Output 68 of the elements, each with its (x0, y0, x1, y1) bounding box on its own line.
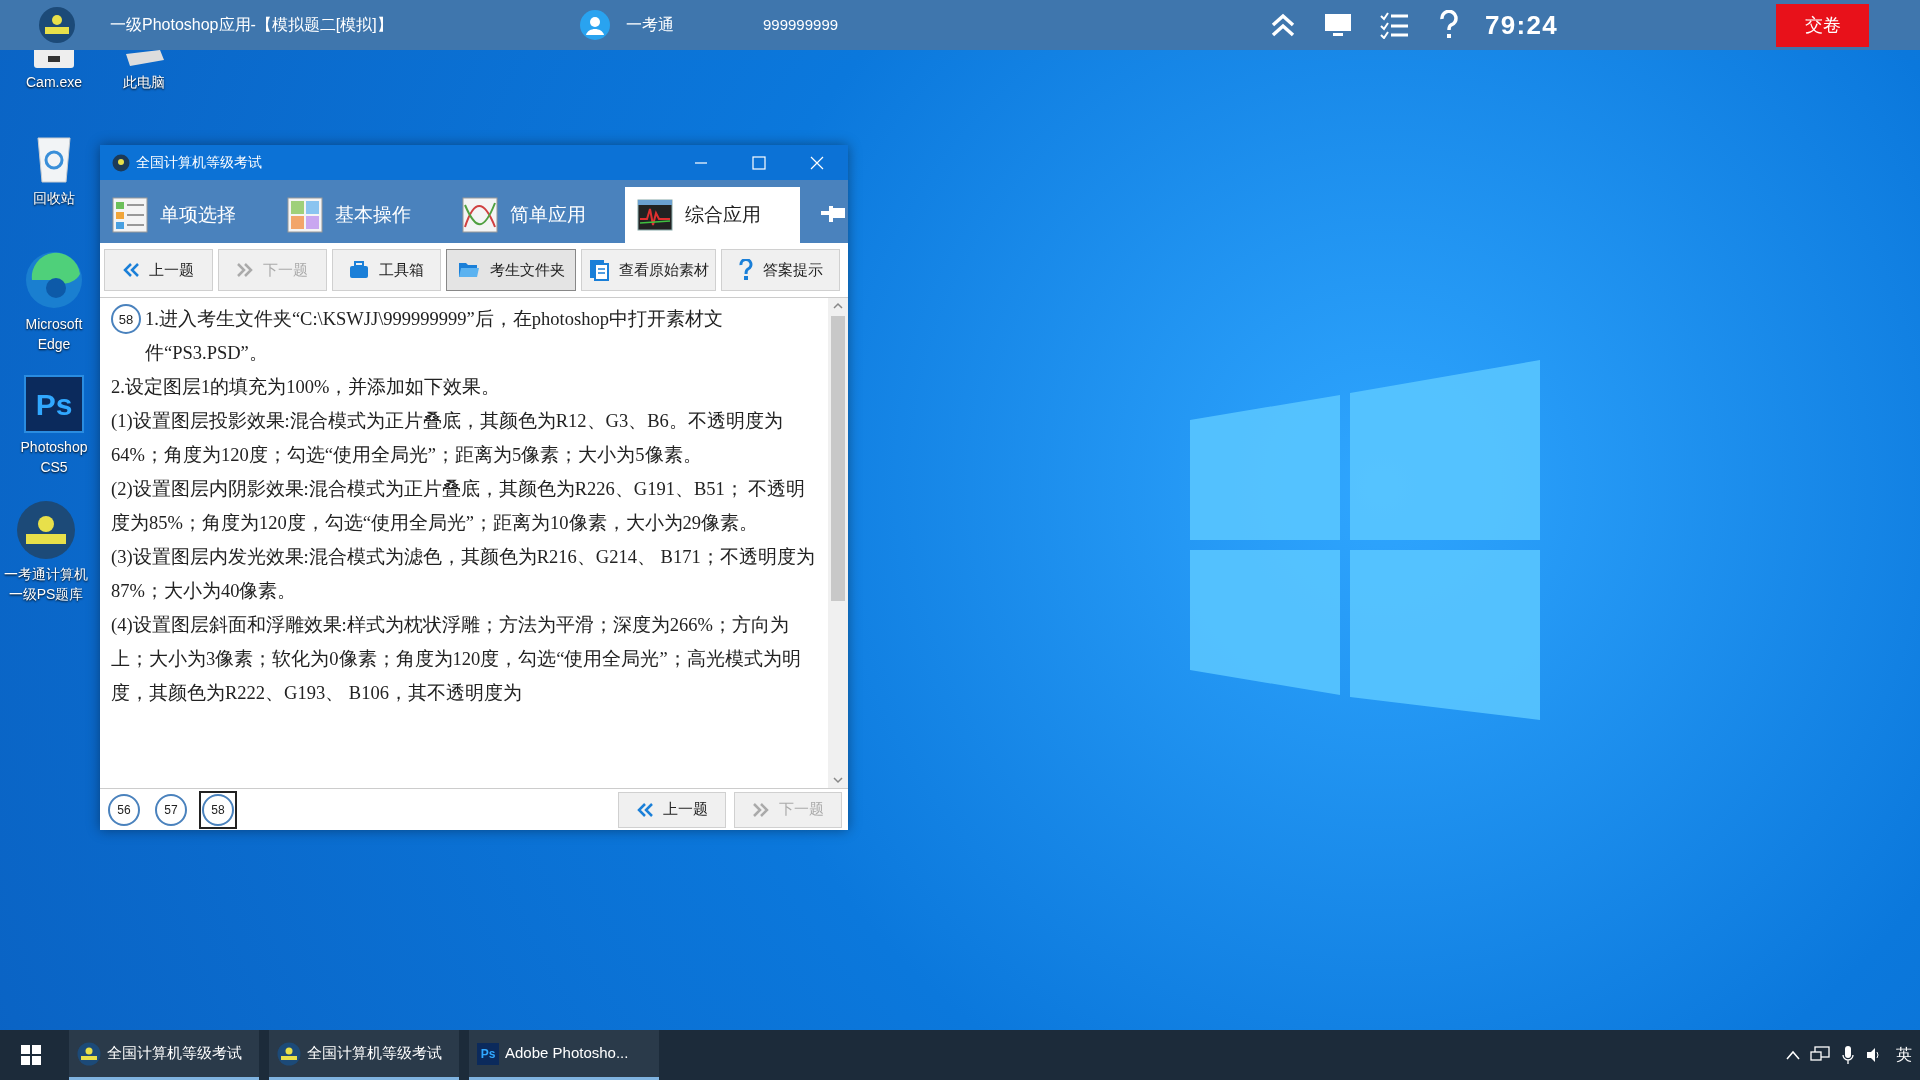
nav-button[interactable]: 上一题 (618, 791, 726, 828)
toolbar-button[interactable]: 答案提示 (721, 249, 840, 291)
window-title: 全国计算机等级考试 (136, 153, 263, 172)
input-method-indicator[interactable]: 英 (1896, 1043, 1912, 1067)
speaker-icon[interactable] (1866, 1047, 1882, 1063)
taskbar-item[interactable]: 全国计算机等级考试 (269, 1030, 459, 1080)
desktop-icon-label: 一考通计算机一级PS题库 (3, 565, 89, 604)
desktop-icon-label: 回收站 (33, 189, 75, 208)
taskbar-item[interactable]: 全国计算机等级考试 (69, 1030, 259, 1080)
maximize-icon[interactable] (752, 155, 766, 170)
countdown-timer: 79:24 (1485, 8, 1559, 42)
toolbar-button[interactable]: 上一题 (104, 249, 213, 291)
desktop-icon-label: Microsoft Edge (24, 315, 84, 354)
toolbar-button[interactable]: 工具箱 (332, 249, 441, 291)
browser-icon[interactable] (24, 250, 84, 310)
question-nav-button[interactable]: 58 (199, 790, 237, 829)
pin-icon[interactable] (820, 203, 846, 225)
double-chevron-right-icon (237, 263, 253, 277)
scrollbar-thumb[interactable] (831, 316, 845, 601)
photoshop-icon[interactable]: Ps (24, 375, 84, 433)
toolbox-icon (349, 261, 369, 279)
submit-button[interactable]: 交卷 (1776, 3, 1869, 47)
network-icon[interactable] (1810, 1046, 1830, 1064)
curve-chart-icon (462, 197, 498, 233)
desktop-icon-label: 此电脑 (123, 73, 165, 92)
question-text: (4)设置图层斜面和浮雕效果:样式为枕状浮雕；方法为平滑；深度为266%；方向为上；大小为3像素；软化为0像素；角度为120度，勾选“使用全局光”；高光模式为明度，其颜色为R222、G193、 B106，其不透明度为 (111, 614, 802, 705)
section-tab[interactable]: 单项选择 (100, 187, 275, 243)
desktop-icon-label: Photoshop CS5 (19, 438, 89, 477)
close-icon[interactable] (810, 155, 824, 170)
list-form-icon (112, 197, 148, 233)
question-number-badge: 58 (111, 304, 141, 334)
toolbar-button[interactable]: 考生文件夹 (446, 249, 576, 291)
question-text: 2.设定图层1的填充为100%，并添加如下效果。 (111, 376, 502, 399)
app-badge-icon (112, 153, 130, 172)
help-icon (738, 259, 753, 281)
double-chevron-left-icon (636, 802, 653, 817)
lightbulb-badge-icon (38, 6, 76, 44)
chevron-up-icon[interactable] (1786, 1050, 1800, 1060)
checklist-icon[interactable] (1379, 11, 1409, 39)
folder-icon (457, 261, 480, 279)
lightbulb-badge-icon (77, 1041, 101, 1066)
question-text: (3)设置图层内发光效果:混合模式为滤色，其颜色为R216、G214、 B171；不透明度为87%；大小为40像素。 (111, 546, 816, 603)
double-chevron-up-icon[interactable] (1269, 11, 1297, 39)
user-name: 一考通 (626, 15, 675, 35)
section-tab[interactable]: 简单应用 (450, 187, 625, 243)
lightbulb-badge-icon[interactable] (16, 500, 76, 560)
question-text: 1.进入考生文件夹“C:\KSWJJ\999999999”后，在photoshop中打开素材文件“PS3.PSD”。 (145, 308, 724, 365)
desktop-icon-label: Cam.exe (26, 73, 82, 92)
scrollbar[interactable] (828, 298, 848, 788)
monitor-icon[interactable] (1324, 12, 1352, 38)
double-chevron-right-icon (752, 802, 769, 817)
lightbulb-badge-icon (277, 1041, 301, 1066)
taskbar-item[interactable]: Ps Adobe Photosho... (469, 1030, 659, 1080)
exam-title: 一级Photoshop应用-【模拟题二[模拟]】 (110, 15, 394, 35)
start-icon[interactable] (21, 1045, 41, 1065)
user-id: 999999999 (763, 14, 840, 35)
question-text: (1)设置图层投影效果:混合模式为正片叠底，其颜色为R12、G3、B6。不透明度为64%；角度为120度；勾选“使用全局光”；距离为5像素；大小为5像素。 (111, 410, 784, 467)
pulse-monitor-icon (637, 199, 673, 231)
double-chevron-left-icon (123, 263, 139, 277)
section-tab[interactable]: 综合应用 (625, 187, 800, 243)
help-icon[interactable] (1439, 10, 1459, 40)
microphone-icon[interactable] (1842, 1045, 1854, 1065)
document-icon (588, 259, 609, 281)
user-avatar-icon (580, 10, 610, 40)
question-text: (2)设置图层内阴影效果:混合模式为正片叠底，其颜色为R226、G191、B51； 不透明度为85%；角度为120度，勾选“使用全局光”；距离为10像素，大小为29像素。 (111, 478, 807, 535)
section-tab[interactable]: 基本操作 (275, 187, 450, 243)
tiles-icon (287, 197, 323, 233)
toolbar-button[interactable]: 查看原始素材 (581, 249, 716, 291)
